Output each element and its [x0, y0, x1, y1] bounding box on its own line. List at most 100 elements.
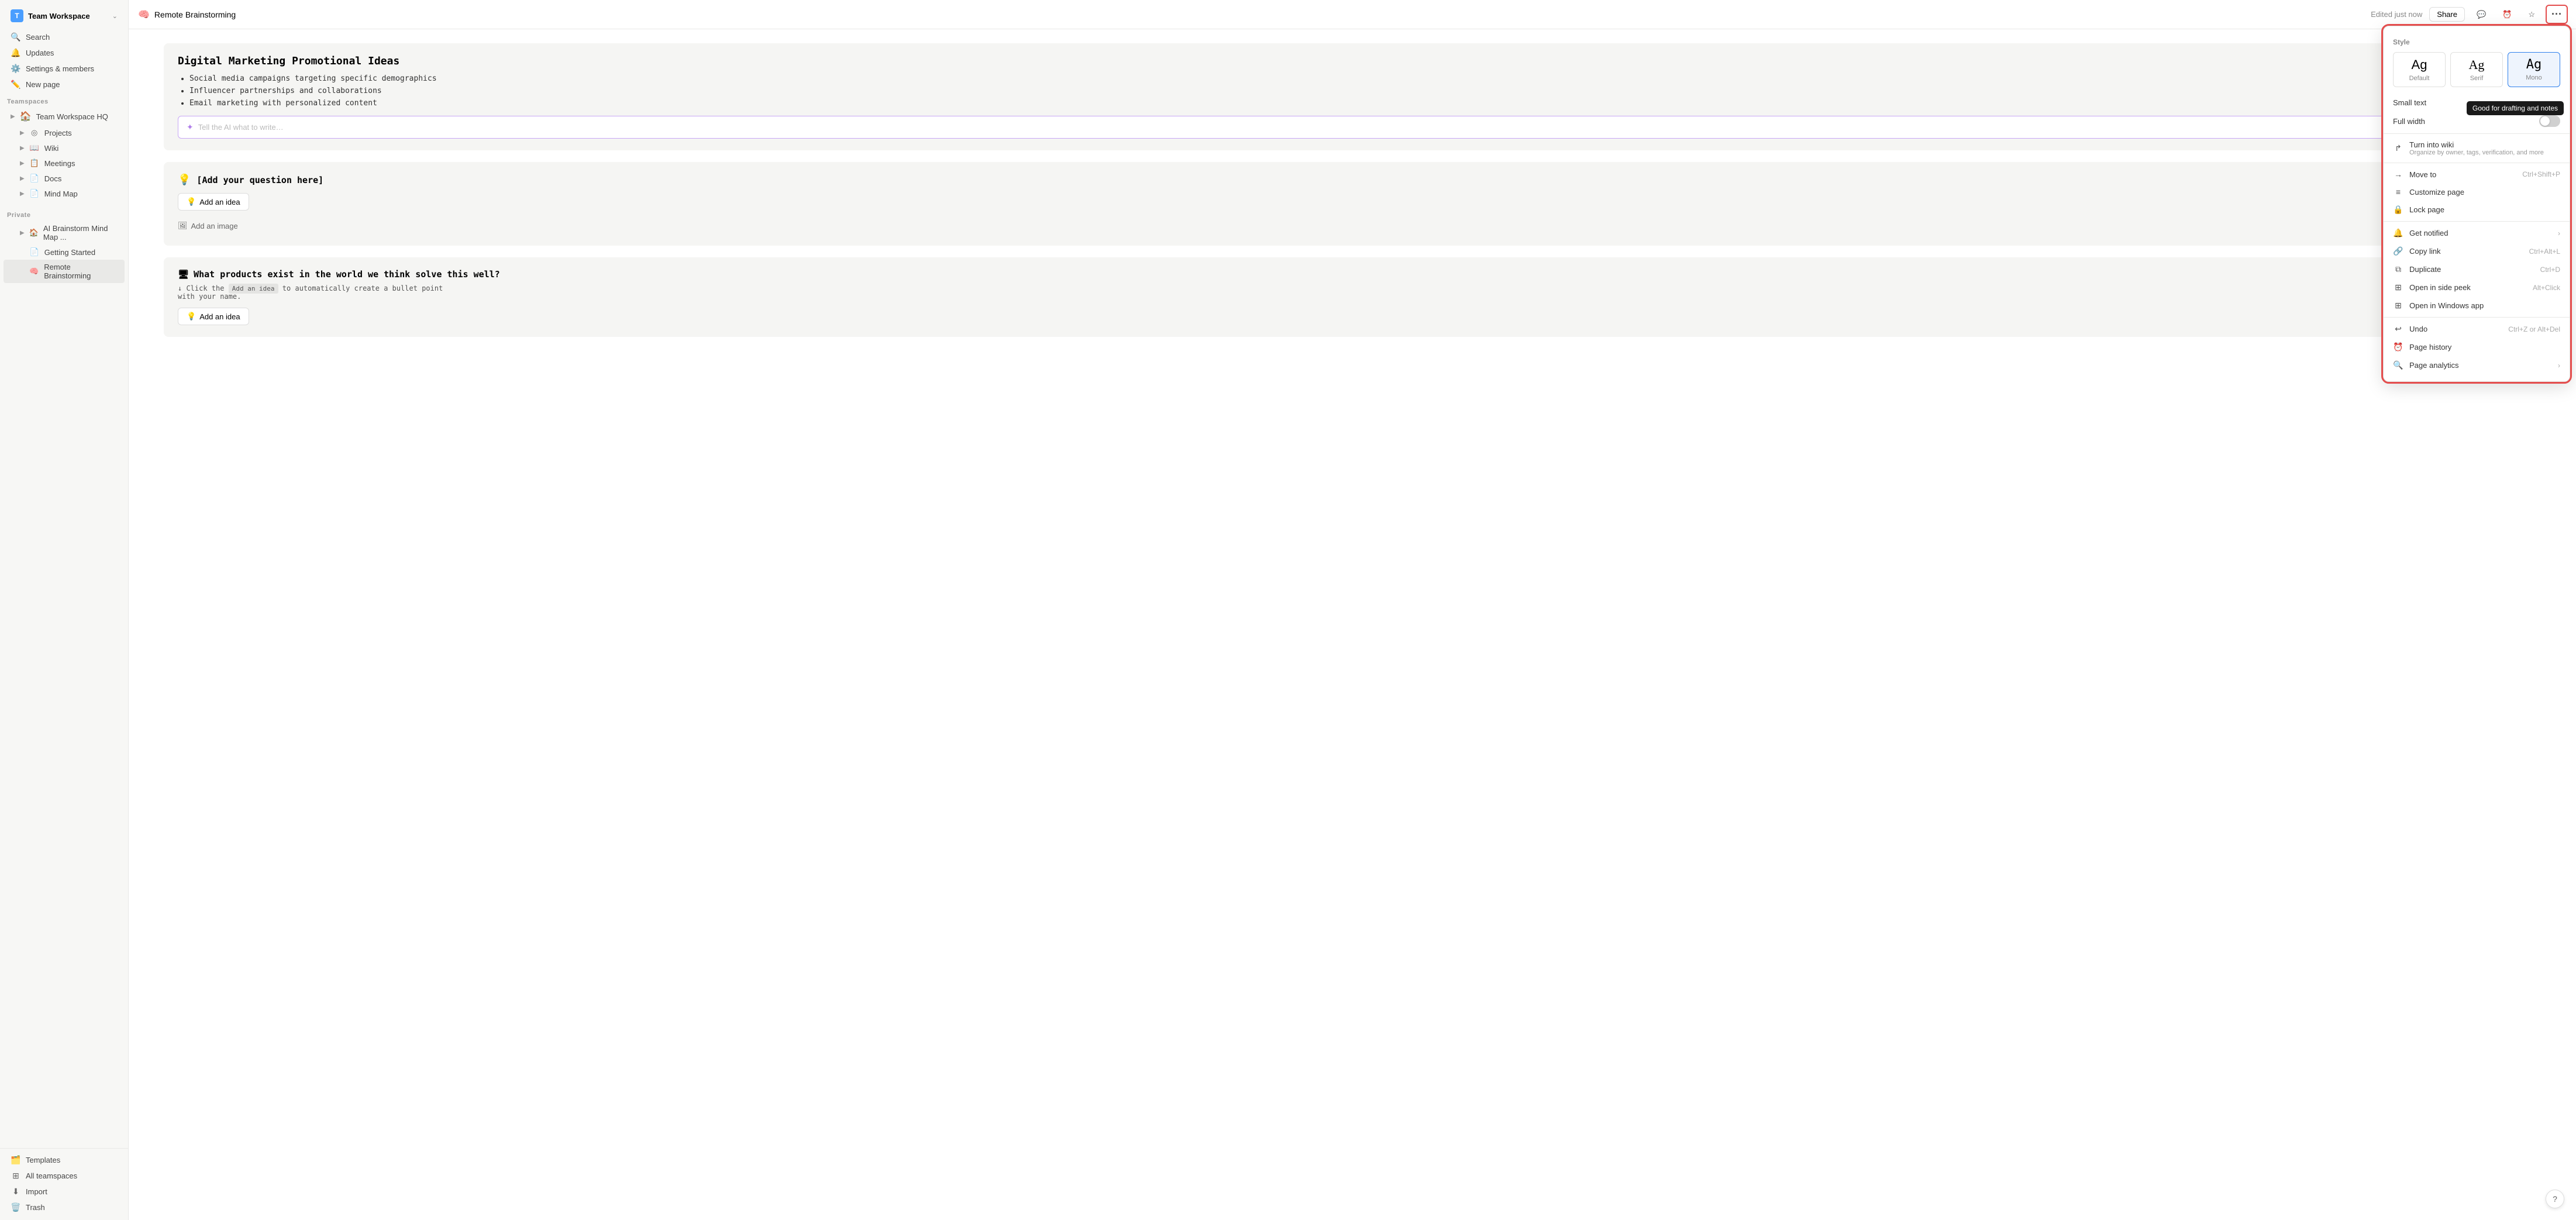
brain-icon: 🧠	[29, 267, 40, 276]
chevron-right-icon: ▶	[20, 130, 25, 136]
home-icon: 🏠	[20, 111, 32, 122]
getting-started-icon: 📄	[29, 247, 40, 257]
chevron-right-icon: ▶	[11, 113, 15, 120]
question-text: [Add your question here]	[196, 175, 323, 185]
side-peek-shortcut: Alt+Click	[2533, 284, 2560, 292]
monitor-icon: 🖥	[178, 269, 189, 280]
trash-icon: 🗑️	[11, 1202, 21, 1212]
gear-icon: ⚙️	[11, 64, 21, 74]
lock-icon: 🔒	[2393, 205, 2403, 215]
templates-icon: 🗂️	[11, 1155, 21, 1165]
edited-status: Edited just now	[2371, 10, 2422, 19]
menu-item-undo[interactable]: ↩ Undo Ctrl+Z or Alt+Del	[2384, 320, 2570, 338]
full-width-toggle-switch[interactable]	[2539, 115, 2560, 127]
chevron-right-icon: ▶	[20, 191, 25, 197]
help-button[interactable]: ?	[2546, 1190, 2564, 1208]
menu-item-get-notified[interactable]: 🔔 Get notified ›	[2384, 224, 2570, 242]
edit-icon: ✏️	[11, 80, 21, 89]
style-options: Ag Default Ag Serif Ag Mono	[2393, 52, 2560, 87]
idea-icon: 💡	[187, 197, 196, 206]
sidebar-item-label: Docs	[44, 174, 62, 183]
sidebar-item-import[interactable]: ⬇ Import	[4, 1184, 125, 1200]
comment-button[interactable]: 💬	[2472, 8, 2491, 22]
move-to-shortcut: Ctrl+Shift+P	[2522, 170, 2560, 178]
style-mono[interactable]: Ag Mono	[2508, 52, 2560, 87]
sidebar-item-remote-brainstorming[interactable]: ▶ 🧠 Remote Brainstorming	[4, 260, 125, 283]
menu-item-turn-into-wiki[interactable]: ↱ Turn into wiki Organize by owner, tags…	[2384, 136, 2570, 160]
sidebar-item-label: Templates	[26, 1156, 60, 1164]
sidebar-item-meetings[interactable]: ▶ 📋 Meetings	[4, 156, 125, 171]
sidebar-item-team-workspace-hq[interactable]: ▶ 🏠 Team Workspace HQ	[4, 108, 125, 125]
desc-text: ↓ Click the	[178, 284, 229, 292]
sidebar-item-updates[interactable]: 🔔 Updates	[4, 45, 125, 61]
turn-into-wiki-text: Turn into wiki	[2409, 140, 2560, 149]
page-icon: 🧠	[138, 9, 150, 20]
chevron-right-icon: ▶	[20, 160, 25, 167]
history-button[interactable]: ⏰	[2498, 8, 2516, 22]
menu-item-move-to[interactable]: → Move to Ctrl+Shift+P	[2384, 166, 2570, 183]
sidebar-item-wiki[interactable]: ▶ 📖 Wiki	[4, 140, 125, 156]
sidebar-item-label: Getting Started	[44, 248, 95, 257]
link-icon: 🔗	[2393, 246, 2403, 256]
more-button[interactable]: ···	[2547, 6, 2567, 23]
lightbulb-icon: 💡	[178, 174, 191, 186]
style-default[interactable]: Ag Default	[2393, 52, 2446, 87]
menu-item-open-windows[interactable]: ⊞ Open in Windows app	[2384, 297, 2570, 315]
meetings-icon: 📋	[29, 158, 40, 168]
side-peek-icon: ⊞	[2393, 282, 2403, 292]
menu-divider	[2384, 133, 2570, 134]
sidebar-item-label: New page	[26, 80, 60, 89]
add-idea-button[interactable]: 💡 Add an idea	[178, 193, 249, 211]
menu-item-open-side-peek[interactable]: ⊞ Open in side peek Alt+Click	[2384, 278, 2570, 297]
add-idea-button-2[interactable]: 💡 Add an idea	[178, 308, 249, 325]
sidebar-item-projects[interactable]: ▶ ◎ Projects	[4, 125, 125, 140]
share-button[interactable]: Share	[2429, 7, 2465, 22]
idea-icon-2: 💡	[187, 312, 196, 321]
customize-label: Customize page	[2409, 188, 2560, 197]
sidebar-item-docs[interactable]: ▶ 📄 Docs	[4, 171, 125, 186]
turn-into-wiki-sub: Organize by owner, tags, verification, a…	[2409, 149, 2560, 156]
menu-item-page-history[interactable]: ⏰ Page history	[2384, 338, 2570, 356]
sidebar-item-getting-started[interactable]: ▶ 📄 Getting Started	[4, 244, 125, 260]
menu-item-customize-page[interactable]: ≡ Customize page	[2384, 183, 2570, 201]
marketing-card-title: Digital Marketing Promotional Ideas	[178, 55, 2527, 67]
sidebar-item-mind-map[interactable]: ▶ 📄 Mind Map	[4, 186, 125, 201]
add-image-button[interactable]: 🖼 Add an image	[178, 218, 2527, 234]
menu-item-lock-page[interactable]: 🔒 Lock page	[2384, 201, 2570, 219]
default-ag-text: Ag	[2412, 57, 2427, 73]
workspace-header[interactable]: T Team Workspace ⌄	[4, 5, 125, 27]
page-analytics-label: Page analytics	[2409, 361, 2552, 370]
favorite-button[interactable]: ☆	[2523, 8, 2540, 22]
windows-label: Open in Windows app	[2409, 301, 2560, 310]
products-card-title: 🖥 What products exist in the world we th…	[178, 269, 2527, 280]
main-area: 🧠 Remote Brainstorming Edited just now S…	[129, 0, 2576, 1220]
menu-divider-4	[2384, 317, 2570, 318]
sidebar-item-new-page[interactable]: ✏️ New page	[4, 77, 125, 92]
add-image-label: Add an image	[191, 222, 238, 230]
sidebar-item-ai-brainstorm[interactable]: ▶ 🏠 AI Brainstorm Mind Map ...	[4, 221, 125, 244]
topbar-right: Edited just now Share 💬 ⏰ ☆ ···	[2371, 6, 2567, 23]
get-notified-label: Get notified	[2409, 229, 2552, 237]
duplicate-icon: ⧉	[2393, 264, 2403, 274]
sidebar-item-search[interactable]: 🔍 Search	[4, 29, 125, 45]
sidebar-item-trash[interactable]: 🗑️ Trash	[4, 1200, 125, 1215]
sidebar-item-templates[interactable]: 🗂️ Templates	[4, 1152, 125, 1168]
projects-icon: ◎	[29, 128, 40, 137]
menu-item-page-analytics[interactable]: 🔍 Page analytics ›	[2384, 356, 2570, 374]
style-serif[interactable]: Ag Serif	[2450, 52, 2503, 87]
ai-input-area[interactable]: ✦ Tell the AI what to write… Generate	[178, 116, 2527, 139]
sidebar-item-label: Search	[26, 33, 50, 42]
bell-menu-icon: 🔔	[2393, 228, 2403, 238]
menu-item-copy-link[interactable]: 🔗 Copy link Ctrl+Alt+L	[2384, 242, 2570, 260]
sidebar-item-settings[interactable]: ⚙️ Settings & members	[4, 61, 125, 77]
mono-label: Mono	[2526, 74, 2542, 81]
sidebar-item-label: All teamspaces	[26, 1171, 77, 1180]
menu-item-duplicate[interactable]: ⧉ Duplicate Ctrl+D	[2384, 260, 2570, 278]
topbar: 🧠 Remote Brainstorming Edited just now S…	[129, 0, 2576, 29]
mono-ag-text: Ag	[2526, 57, 2542, 72]
sidebar-item-all-teamspaces[interactable]: ⊞ All teamspaces	[4, 1168, 125, 1184]
arrow-right-icon: ›	[2558, 229, 2560, 237]
customize-icon: ≡	[2393, 187, 2403, 197]
page-content: Digital Marketing Promotional Ideas Soci…	[129, 29, 2576, 1220]
add-idea-label: Add an idea	[199, 198, 240, 206]
